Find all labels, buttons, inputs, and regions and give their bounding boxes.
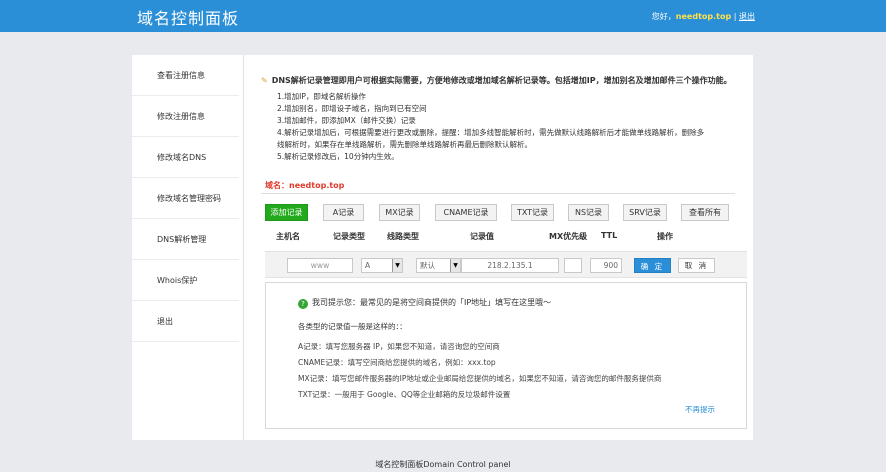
tab-srv-record[interactable]: SRV记录: [623, 204, 667, 221]
column-headers: 主机名 记录类型 线路类型 记录值 MX优先级 TTL 操作: [265, 231, 745, 243]
domain-label: 域名：needtop.top: [265, 180, 344, 191]
notice-line: 1.增加IP，即域名解析操作: [277, 92, 366, 101]
main-panel: 查看注册信息 修改注册信息 修改域名DNS 修改域名管理密码 DNS解析管理 W…: [132, 55, 753, 440]
tab-ns-record[interactable]: NS记录: [568, 204, 609, 221]
sidebar-item-dns-management[interactable]: DNS解析管理: [132, 219, 239, 260]
tip-line-mx: MX记录：填写您邮件服务器的IP地址或企业邮局给您提供的域名，如果您不知道，请咨…: [298, 374, 662, 383]
record-tabs: 添加记录 A记录 MX记录 CNAME记录 TXT记录 NS记录 SRV记录 查…: [265, 204, 745, 222]
host-input[interactable]: www: [287, 258, 353, 273]
notice-line: 线解析时，如果存在单线路解析，需先删除单线路解析再最后删除默认解析。: [277, 140, 532, 149]
line-type-select[interactable]: 默认 ▼: [416, 258, 461, 273]
add-record-button[interactable]: 添加记录: [265, 204, 308, 221]
column-header-ttl: TTL: [601, 231, 618, 240]
notice-line: 2.增加别名，即增设子域名，指向到已有空间: [277, 104, 427, 113]
dropdown-arrow-icon: ▼: [450, 259, 460, 272]
column-header-record-value: 记录值: [470, 232, 494, 241]
top-header: 域名控制面板 您好，needtop.top | 退出: [0, 0, 886, 32]
dropdown-arrow-icon: ▼: [392, 259, 402, 272]
record-value-input[interactable]: 218.2.135.1: [461, 258, 559, 273]
notice-line: 5.解析记录修改后，10分钟内生效。: [277, 152, 399, 161]
column-header-host: 主机名: [276, 232, 300, 241]
app-title: 域名控制面板: [137, 9, 240, 28]
cancel-button[interactable]: 取 消: [678, 258, 715, 273]
notice-line: 3.增加邮件，即添加MX（邮件交换）记录: [277, 116, 416, 125]
mx-priority-input[interactable]: [564, 258, 582, 273]
tip-line-cname: CNAME记录：填写空间商给您提供的域名，例如：xxx.top: [298, 358, 496, 367]
notice-heading: ✎ DNS解析记录管理即用户可根据实际需要，方便地修改或增加域名解析记录等。包括增…: [261, 75, 741, 87]
header-separator: |: [733, 12, 737, 21]
user-area: 您好，needtop.top | 退出: [652, 11, 755, 22]
pencil-icon: ✎: [261, 76, 268, 85]
content-area: ✎ DNS解析记录管理即用户可根据实际需要，方便地修改或增加域名解析记录等。包括增…: [245, 55, 753, 440]
sidebar-item-view-registration[interactable]: 查看注册信息: [132, 55, 239, 96]
username: needtop.top: [675, 12, 732, 21]
divider: [261, 193, 735, 194]
tip-subtitle: 各类型的记录值一般是这样的：：: [298, 322, 407, 331]
line-type-value: 默认: [420, 261, 435, 270]
tip-box: ? 我司提示您：最常见的是将空间商提供的「IP地址」填写在这里哦～ 各类型的记录值…: [265, 282, 747, 429]
domain-label-prefix: 域名：: [265, 181, 289, 190]
notice-list: 1.增加IP，即域名解析操作 2.增加别名，即增设子域名，指向到已有空间 3.增…: [277, 91, 747, 163]
tab-txt-record[interactable]: TXT记录: [511, 204, 554, 221]
sidebar-item-edit-registration[interactable]: 修改注册信息: [132, 96, 239, 137]
add-record-form: www A ▼ 默认 ▼ 218.2.135.1 900 确 定 取 消: [265, 251, 747, 278]
record-type-value: A: [365, 261, 371, 270]
tip-line-a: A记录：填写您服务器 IP，如果您不知道，请咨询您的空间商: [298, 342, 500, 351]
notice-heading-text: DNS解析记录管理即用户可根据实际需要，方便地修改或增加域名解析记录等。包括增加…: [271, 76, 732, 85]
logout-link[interactable]: 退出: [739, 12, 755, 21]
tab-view-all[interactable]: 查看所有: [681, 204, 729, 221]
domain-name: needtop.top: [289, 181, 345, 190]
sidebar: 查看注册信息 修改注册信息 修改域名DNS 修改域名管理密码 DNS解析管理 W…: [132, 55, 244, 440]
greeting-text: 您好，: [651, 12, 676, 21]
dismiss-tip-link[interactable]: 不再提示: [685, 404, 715, 415]
tip-title: ? 我司提示您：最常见的是将空间商提供的「IP地址」填写在这里哦～: [298, 297, 551, 309]
sidebar-item-edit-password[interactable]: 修改域名管理密码: [132, 178, 239, 219]
tip-title-text: 我司提示您：最常见的是将空间商提供的「IP地址」填写在这里哦～: [312, 298, 552, 307]
sidebar-item-edit-dns[interactable]: 修改域名DNS: [132, 137, 239, 178]
question-icon: ?: [298, 299, 308, 309]
sidebar-item-whois[interactable]: Whois保护: [132, 260, 239, 301]
column-header-record-type: 记录类型: [333, 232, 365, 241]
tab-a-record[interactable]: A记录: [323, 204, 364, 221]
confirm-button[interactable]: 确 定: [634, 258, 671, 273]
footer-text: 域名控制面板Domain Control panel: [375, 460, 511, 469]
tab-mx-record[interactable]: MX记录: [379, 204, 420, 221]
column-header-mx-priority: MX优先级: [549, 232, 588, 241]
tab-cname-record[interactable]: CNAME记录: [435, 204, 497, 221]
sidebar-item-logout[interactable]: 退出: [132, 301, 239, 342]
column-header-action: 操作: [657, 232, 673, 241]
notice-line: 4.解析记录增加后，可根据需要进行更改或删除，提醒：增加多线智能解析时，需先做默…: [277, 128, 705, 137]
record-type-select[interactable]: A ▼: [361, 258, 403, 273]
tip-line-txt: TXT记录：一般用于 Google、QQ等企业邮箱的反垃圾邮件设置: [298, 390, 511, 399]
column-header-line-type: 线路类型: [387, 232, 419, 241]
ttl-input[interactable]: 900: [590, 258, 622, 273]
